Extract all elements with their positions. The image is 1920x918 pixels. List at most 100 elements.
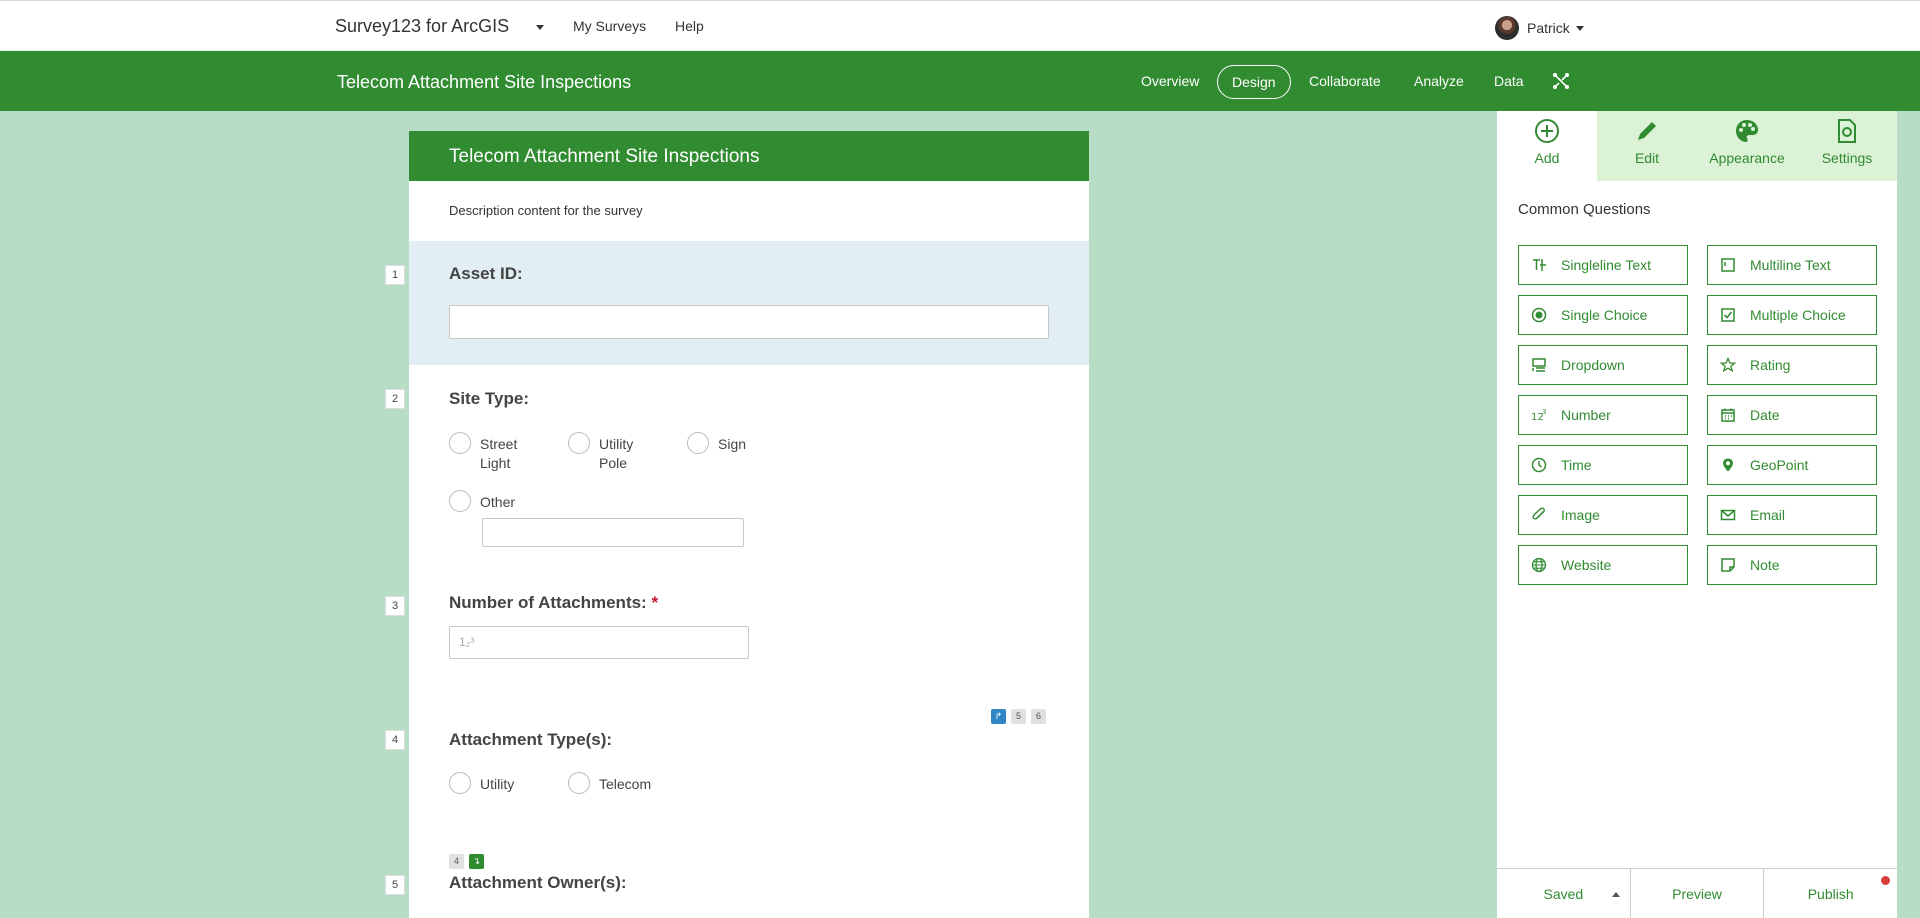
share-icon[interactable] [1552, 72, 1570, 90]
add-rating-button[interactable]: Rating [1707, 345, 1877, 385]
palette-icon [1736, 120, 1758, 142]
top-navigation: Survey123 for ArcGIS My Surveys Help Pat… [0, 0, 1920, 51]
note-icon [1721, 558, 1735, 572]
question-label: Number of Attachments: * [449, 593, 659, 612]
radio-button[interactable] [449, 490, 471, 512]
saved-status-button[interactable]: Saved [1497, 869, 1631, 918]
other-text-input[interactable] [482, 518, 744, 547]
form-title[interactable]: Telecom Attachment Site Inspections [409, 131, 1089, 181]
add-note-button[interactable]: Note [1707, 545, 1877, 585]
multiline-text-icon [1721, 258, 1735, 272]
question-site-type[interactable]: Site Type: Street Light Utility Pole Sig… [409, 365, 1089, 575]
required-mark: * [651, 593, 659, 612]
question-asset-id[interactable]: Asset ID: [409, 241, 1089, 365]
option-utility[interactable]: Utility [449, 772, 514, 794]
radio-button[interactable] [568, 772, 590, 794]
number-placeholder-icon: 1₂³ [459, 635, 475, 649]
radio-button[interactable] [687, 432, 709, 454]
asset-id-input[interactable] [449, 305, 1049, 339]
app-title[interactable]: Survey123 for ArcGIS [335, 16, 509, 37]
question-label: Asset ID: [449, 264, 523, 283]
question-label: Site Type: [449, 389, 529, 408]
rule-source-chip[interactable]: 4 [449, 854, 464, 869]
tab-edit[interactable]: Edit [1597, 111, 1697, 181]
radio-button[interactable] [449, 432, 471, 454]
question-label: Attachment Type(s): [449, 730, 613, 749]
add-singleline-text-button[interactable]: Singleline Text [1518, 245, 1688, 285]
add-image-button[interactable]: Image [1518, 495, 1688, 535]
option-street-light[interactable]: Street Light [449, 432, 549, 473]
plus-circle-icon [1535, 119, 1559, 143]
avatar [1495, 16, 1519, 40]
question-number: 1 [385, 265, 405, 285]
form-description[interactable]: Description content for the survey [409, 181, 1089, 241]
add-date-button[interactable]: Date [1707, 395, 1877, 435]
question-number: 3 [385, 596, 405, 616]
nav-link-my-surveys[interactable]: My Surveys [573, 18, 646, 34]
tab-analyze[interactable]: Analyze [1414, 73, 1464, 89]
add-multiple-choice-button[interactable]: Multiple Choice [1707, 295, 1877, 335]
number-input[interactable]: 1₂³ [449, 626, 749, 659]
add-single-choice-button[interactable]: Single Choice [1518, 295, 1688, 335]
envelope-icon [1720, 509, 1736, 521]
option-utility-pole[interactable]: Utility Pole [568, 432, 668, 473]
publish-button[interactable]: Publish [1764, 869, 1897, 918]
add-dropdown-button[interactable]: Dropdown [1518, 345, 1688, 385]
pencil-icon [1638, 122, 1656, 140]
add-time-button[interactable]: Time [1518, 445, 1688, 485]
calendar-icon [1721, 408, 1735, 422]
survey-header: Telecom Attachment Site Inspections Over… [0, 51, 1920, 111]
tab-collaborate[interactable]: Collaborate [1309, 73, 1381, 89]
tab-add[interactable]: Add [1497, 111, 1597, 181]
tab-design[interactable]: Design [1217, 65, 1291, 99]
tab-appearance[interactable]: Appearance [1697, 111, 1797, 181]
tab-overview[interactable]: Overview [1141, 73, 1199, 89]
section-title: Common Questions [1518, 201, 1651, 218]
paperclip-icon [1532, 507, 1545, 520]
panel-footer: Saved Preview Publish [1497, 868, 1897, 918]
chevron-down-icon [1575, 25, 1584, 31]
tab-settings[interactable]: Settings [1797, 111, 1897, 181]
user-name: Patrick [1527, 20, 1570, 36]
app-menu-chevron-down-icon[interactable] [536, 25, 544, 30]
survey-form-canvas: Telecom Attachment Site Inspections Desc… [409, 131, 1089, 918]
singleline-text-icon [1533, 259, 1546, 271]
clock-icon [1531, 457, 1547, 473]
checkbox-icon [1721, 308, 1735, 322]
preview-button[interactable]: Preview [1631, 869, 1765, 918]
option-other[interactable]: Other [449, 490, 515, 512]
gear-document-icon [1838, 119, 1856, 143]
question-label: Attachment Owner(s): [449, 873, 627, 892]
question-attachment-types[interactable]: Attachment Type(s): Utility Telecom [409, 721, 1089, 841]
nav-link-help[interactable]: Help [675, 18, 704, 34]
question-number: 2 [385, 389, 405, 409]
question-attachment-owners[interactable]: Attachment Owner(s): [409, 871, 1089, 918]
tab-data[interactable]: Data [1494, 73, 1524, 89]
add-geopoint-button[interactable]: GeoPoint [1707, 445, 1877, 485]
question-panel: Add Edit Appearance Settings Common Ques… [1497, 111, 1897, 918]
map-pin-icon [1723, 458, 1733, 472]
star-icon [1720, 357, 1736, 373]
svg-text:3: 3 [1542, 408, 1546, 416]
option-telecom[interactable]: Telecom [568, 772, 651, 794]
option-sign[interactable]: Sign [687, 432, 746, 454]
add-multiline-text-button[interactable]: Multiline Text [1707, 245, 1877, 285]
chevron-up-icon [1611, 892, 1620, 897]
question-number: 4 [385, 730, 405, 750]
survey-title: Telecom Attachment Site Inspections [337, 72, 632, 92]
add-number-button[interactable]: 12 3 Number [1518, 395, 1688, 435]
question-number-of-attachments[interactable]: Number of Attachments: * 1₂³ [409, 575, 1089, 695]
add-email-button[interactable]: Email [1707, 495, 1877, 535]
user-menu[interactable]: Patrick [1495, 16, 1584, 40]
rule-return-icon[interactable]: ↴ [469, 854, 484, 869]
radio-button[interactable] [449, 772, 471, 794]
radio-icon [1531, 307, 1547, 323]
dropdown-icon [1532, 358, 1546, 372]
radio-button[interactable] [568, 432, 590, 454]
globe-icon [1531, 557, 1547, 573]
number-icon: 123 [1531, 408, 1546, 423]
question-number: 5 [385, 875, 405, 895]
add-website-button[interactable]: Website [1518, 545, 1688, 585]
panel-tabs: Add Edit Appearance Settings [1497, 111, 1897, 181]
unpublished-changes-dot [1881, 876, 1891, 885]
